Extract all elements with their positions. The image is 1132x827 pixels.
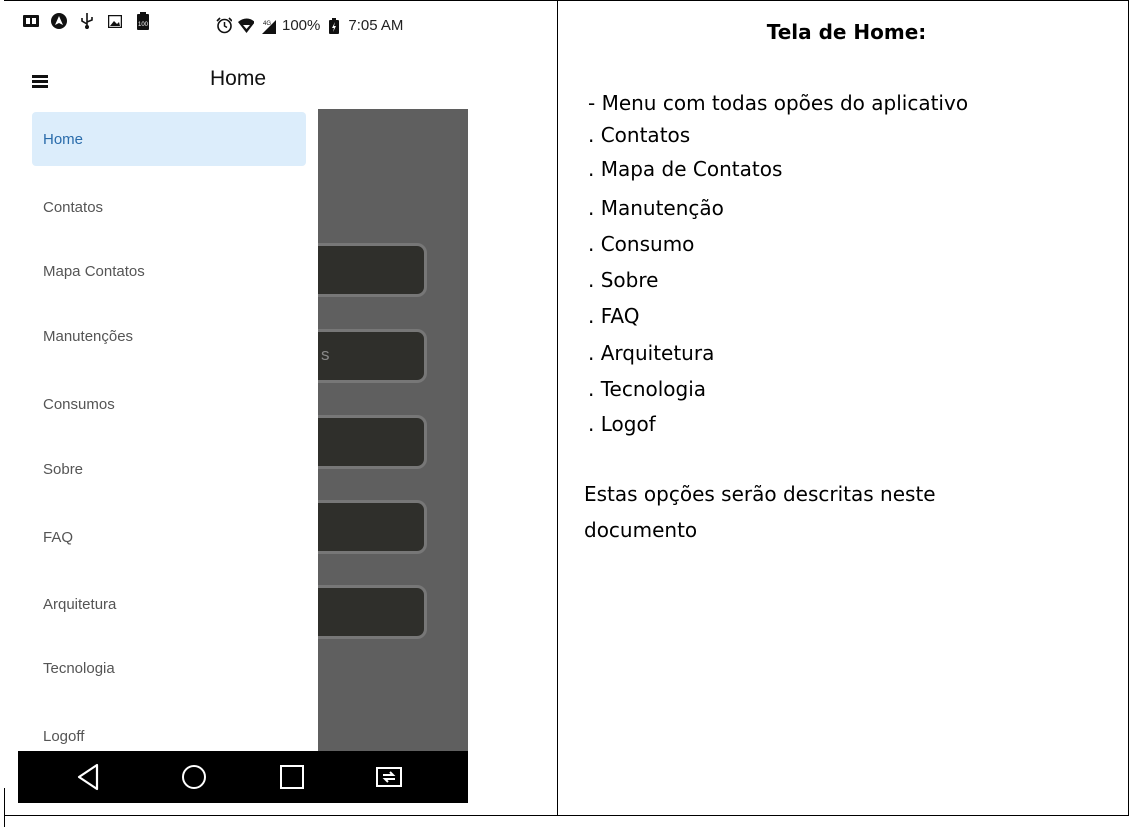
sim-icon: [23, 13, 39, 29]
drawer-item-contatos[interactable]: Contatos: [32, 180, 306, 234]
phone-screenshot: 100 4G 100% 7:05 AM Home s Home Contatos…: [18, 3, 468, 803]
signal-4g-icon: 4G: [260, 18, 276, 34]
doc-option: . Manutenção: [588, 196, 724, 220]
app-bar: Home: [18, 51, 468, 109]
background-partial-text: s: [321, 345, 330, 364]
drawer-item-label: Logoff: [43, 727, 85, 745]
table-border-right: [1128, 0, 1129, 815]
battery-percent: 100%: [282, 17, 321, 34]
doc-option: . Logof: [588, 412, 656, 436]
alarm-icon: [216, 17, 232, 34]
table-border-top: [4, 0, 1129, 1]
drawer-item-label: Mapa Contatos: [43, 262, 145, 280]
drawer-item-home[interactable]: Home: [32, 112, 306, 166]
app-title: Home: [210, 67, 267, 90]
battery-icon: [326, 17, 342, 34]
table-column-divider: [557, 0, 558, 815]
status-bar: 100 4G 100% 7:05 AM: [18, 3, 468, 51]
drawer-item-consumos[interactable]: Consumos: [32, 377, 306, 431]
doc-footer-line: Estas opções serão descritas neste: [584, 482, 936, 506]
svg-text:100: 100: [138, 22, 149, 28]
drawer-item-label: Home: [43, 130, 84, 148]
doc-title: Tela de Home:: [766, 20, 927, 44]
wifi-icon: [238, 18, 254, 34]
navigation-icon: [51, 13, 67, 29]
drawer-item-manutencoes[interactable]: Manutenções: [32, 309, 306, 363]
drawer-item-label: Contatos: [43, 198, 104, 216]
background-field: [301, 243, 427, 297]
doc-footer-line: documento: [584, 518, 698, 542]
hamburger-menu-icon[interactable]: [32, 75, 48, 88]
doc-option: . Contatos: [588, 123, 691, 147]
table-border-left: [4, 788, 5, 827]
doc-option: . Arquitetura: [588, 341, 715, 365]
drawer-item-arquitetura[interactable]: Arquitetura: [32, 577, 306, 631]
background-field: [301, 329, 427, 383]
drawer-item-label: Consumos: [43, 395, 115, 413]
doc-intro: - Menu com todas opões do aplicativo: [588, 91, 969, 115]
table-border-bottom: [4, 815, 1129, 816]
drawer-item-mapa-contatos[interactable]: Mapa Contatos: [32, 244, 306, 298]
background-field: [301, 500, 427, 554]
background-field: [301, 415, 427, 469]
doc-option: . Mapa de Contatos: [588, 157, 783, 181]
battery-100-icon: 100: [135, 12, 151, 30]
status-time: 7:05 AM: [348, 17, 404, 34]
drawer-item-label: Tecnologia: [43, 659, 115, 677]
doc-option: . Tecnologia: [588, 377, 707, 401]
drawer-item-faq[interactable]: FAQ: [32, 510, 306, 564]
drawer-item-label: Arquitetura: [43, 595, 117, 613]
image-icon: [107, 13, 123, 29]
screen-switch-icon[interactable]: [374, 762, 404, 792]
usb-icon: [79, 13, 95, 29]
doc-option: . Sobre: [588, 268, 659, 292]
home-circle-icon[interactable]: [182, 765, 206, 789]
drawer-item-label: Sobre: [43, 460, 84, 478]
svg-text:4G: 4G: [263, 21, 271, 27]
system-nav-bar: [18, 751, 468, 803]
back-icon[interactable]: [76, 763, 100, 791]
doc-option: . Consumo: [588, 232, 695, 256]
recent-apps-icon[interactable]: [280, 765, 304, 789]
drawer-item-tecnologia[interactable]: Tecnologia: [32, 641, 306, 695]
background-field: [301, 585, 427, 639]
drawer-item-sobre[interactable]: Sobre: [32, 442, 306, 496]
doc-option: . FAQ: [588, 304, 640, 328]
drawer-item-label: Manutenções: [43, 327, 134, 345]
navigation-drawer: Home Contatos Mapa Contatos Manutenções …: [18, 109, 318, 751]
drawer-item-label: FAQ: [43, 528, 74, 546]
